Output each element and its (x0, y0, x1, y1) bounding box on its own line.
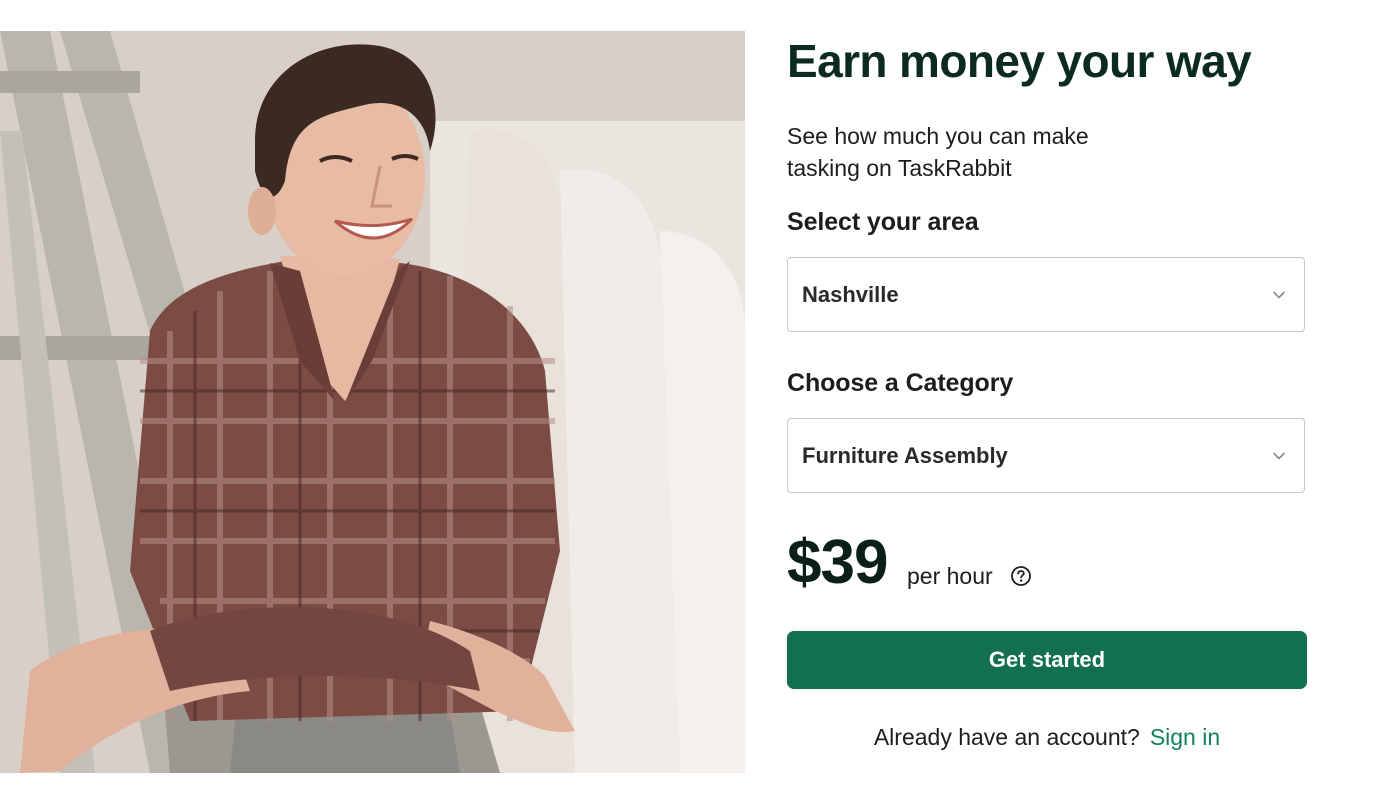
account-prompt-text: Already have an account? (873, 724, 1140, 750)
category-label: Choose a Category (787, 369, 1014, 397)
chevron-down-icon (1273, 452, 1285, 460)
category-selected-value: Furniture Assembly (802, 443, 1008, 468)
earnings-page: Earn money your way See how much you can… (0, 0, 1400, 800)
area-selected-value: Nashville (802, 282, 899, 307)
rate-unit: per hour (907, 563, 993, 589)
area-label: Select your area (787, 208, 979, 236)
page-subtitle: See how much you can make tasking on Tas… (787, 123, 1089, 181)
help-circle-icon[interactable] (1010, 565, 1032, 587)
rate-amount: $39 (787, 528, 888, 597)
category-select[interactable]: Furniture Assembly (787, 418, 1305, 493)
chevron-down-icon (1273, 291, 1285, 299)
page-title: Earn money your way (787, 35, 1252, 87)
get-started-button[interactable]: Get started (787, 631, 1307, 689)
person-photo-illustration (0, 31, 745, 773)
area-select[interactable]: Nashville (787, 257, 1305, 332)
hero-photo (0, 31, 745, 773)
sign-in-link[interactable]: Sign in (1150, 724, 1220, 750)
earnings-form: Earn money your way See how much you can… (787, 0, 1307, 800)
signin-prompt: Already have an account? Sign in (787, 724, 1307, 751)
